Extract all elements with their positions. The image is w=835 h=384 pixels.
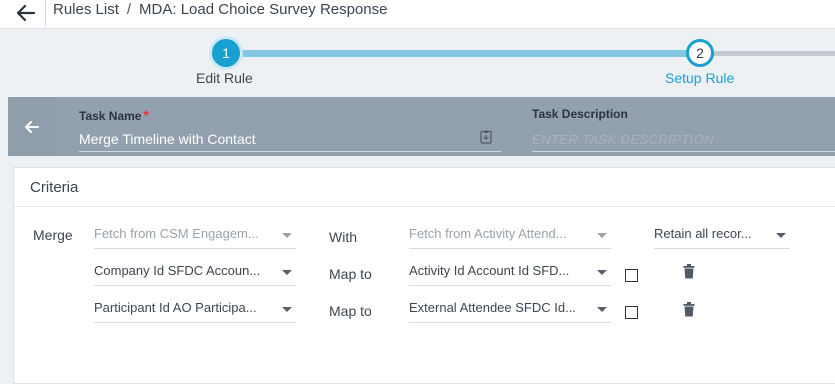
arrow-left-icon[interactable] [15,2,37,24]
step-1-circle[interactable]: 1 [212,39,240,67]
merge-target-value: Fetch from Activity Attend... [409,226,567,241]
task-name-input[interactable] [79,127,501,152]
task-description-label: Task Description [532,107,628,121]
required-mark: * [143,107,149,123]
task-name-label: Task Name * [79,107,149,123]
mapping-1-checkbox[interactable] [625,269,638,282]
breadcrumb-rules-list[interactable]: Rules List [53,1,119,18]
trash-icon[interactable] [683,302,695,317]
chevron-down-icon [282,307,292,312]
chevron-down-icon [597,233,607,238]
merge-source-select[interactable]: Fetch from CSM Engagem... [94,220,296,249]
retain-select[interactable]: Retain all recor... [654,220,790,249]
with-label: With [329,229,357,245]
step-2-label[interactable]: Setup Rule [665,70,734,86]
retain-value: Retain all recor... [654,226,752,241]
chevron-down-icon [776,233,786,238]
task-name-label-text: Task Name [79,109,142,123]
task-header: Task Name* Task Description [8,97,835,156]
breadcrumb: Rules List / MDA: Load Choice Survey Respo… [53,1,388,18]
step-2-circle[interactable]: 2 [686,39,714,67]
chevron-down-icon [597,307,607,312]
progress-line-complete [226,50,700,57]
divider [45,0,46,27]
criteria-title: Criteria [30,179,79,196]
progress-line-pending [700,51,835,56]
mapping-2-checkbox[interactable] [625,306,638,319]
chevron-down-icon [282,270,292,275]
top-bar: Rules List / MDA: Load Choice Survey Respo… [0,0,835,29]
merge-source-value: Fetch from CSM Engagem... [94,226,259,241]
mapping-2-source-value: Participant Id AO Participa... [94,300,257,315]
breadcrumb-separator: / [126,1,132,18]
map-to-label: Map to [329,303,372,319]
task-description-input[interactable] [532,127,835,152]
mapping-1-target-select[interactable]: Activity Id Account Id SFD... [409,257,611,286]
mapping-2-target-select[interactable]: External Attendee SFDC Id... [409,294,611,323]
page-title: MDA: Load Choice Survey Response [139,1,388,18]
task-back-button[interactable] [8,97,56,156]
clipboard-icon[interactable] [480,130,492,144]
mapping-2-source-select[interactable]: Participant Id AO Participa... [94,294,296,323]
wizard-stepper: 1 2 Edit Rule Setup Rule [0,29,835,97]
mapping-2-target-value: External Attendee SFDC Id... [409,300,576,315]
merge-label: Merge [33,227,73,243]
criteria-header: Criteria [14,168,835,207]
merge-target-select[interactable]: Fetch from Activity Attend... [409,220,611,249]
task-fields: Task Name* Task Description [56,97,835,156]
chevron-down-icon [282,233,292,238]
mapping-1-target-value: Activity Id Account Id SFD... [409,263,570,278]
step-1-label[interactable]: Edit Rule [196,70,253,86]
chevron-down-icon [597,270,607,275]
mapping-1-source-value: Company Id SFDC Accoun... [94,263,261,278]
trash-icon[interactable] [683,264,695,279]
criteria-card: Criteria Merge Fetch from CSM Engagem...… [13,167,835,384]
arrow-left-icon [25,120,39,133]
map-to-label: Map to [329,266,372,282]
mapping-1-source-select[interactable]: Company Id SFDC Accoun... [94,257,296,286]
